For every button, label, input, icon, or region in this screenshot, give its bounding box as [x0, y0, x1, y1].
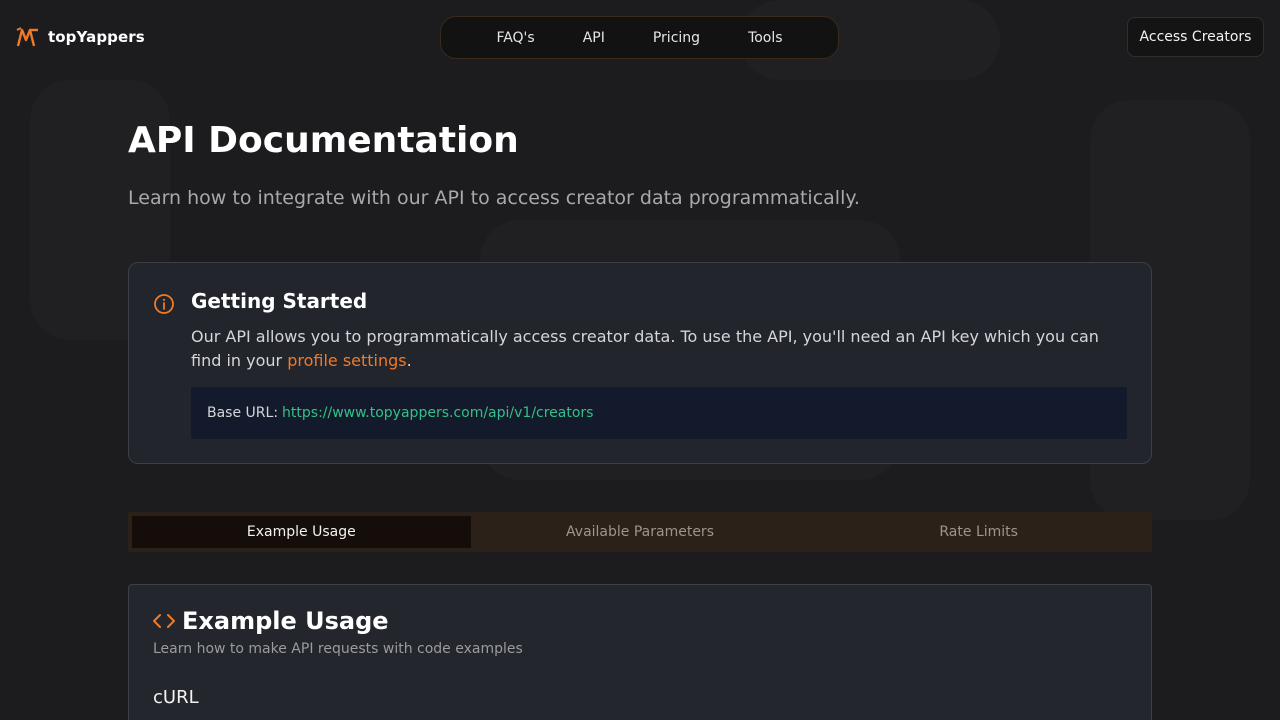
- nav-item-pricing[interactable]: Pricing: [629, 30, 724, 46]
- getting-started-title: Getting Started: [191, 289, 368, 313]
- nav-item-api[interactable]: API: [559, 30, 629, 46]
- example-usage-card: Example Usage Learn how to make API requ…: [128, 584, 1152, 720]
- getting-started-text: Our API allows you to programmatically a…: [191, 325, 1131, 373]
- getting-started-text-after: .: [406, 351, 412, 370]
- access-creators-button[interactable]: Access Creators: [1127, 17, 1264, 57]
- brand-name: topYappers: [48, 28, 145, 46]
- example-usage-subtitle: Learn how to make API requests with code…: [153, 641, 523, 657]
- nav-item-tools[interactable]: Tools: [724, 30, 807, 46]
- curl-section-label: cURL: [153, 687, 199, 708]
- nav-item-faqs[interactable]: FAQ's: [472, 30, 558, 46]
- info-icon: [154, 294, 174, 314]
- page-title: API Documentation: [128, 120, 519, 161]
- getting-started-card: Getting Started Our API allows you to pr…: [128, 262, 1152, 464]
- tab-available-parameters[interactable]: Available Parameters: [471, 516, 810, 548]
- brand-logo[interactable]: topYappers: [16, 26, 145, 48]
- example-usage-title: Example Usage: [182, 607, 389, 635]
- profile-settings-link[interactable]: profile settings: [287, 351, 406, 370]
- page-subtitle: Learn how to integrate with our API to a…: [128, 187, 860, 209]
- tab-rate-limits[interactable]: Rate Limits: [809, 516, 1148, 548]
- code-icon: [153, 614, 175, 628]
- tab-example-usage[interactable]: Example Usage: [132, 516, 471, 548]
- logo-icon: [16, 27, 38, 47]
- base-url-label: Base URL:: [207, 405, 279, 421]
- main-nav: FAQ's API Pricing Tools: [440, 16, 839, 59]
- base-url-value[interactable]: https://www.topyappers.com/api/v1/creato…: [282, 405, 593, 421]
- top-header: topYappers FAQ's API Pricing Tools Acces…: [0, 0, 1280, 76]
- docs-tabs: Example Usage Available Parameters Rate …: [128, 512, 1152, 552]
- base-url-box: Base URL: https://www.topyappers.com/api…: [191, 387, 1127, 439]
